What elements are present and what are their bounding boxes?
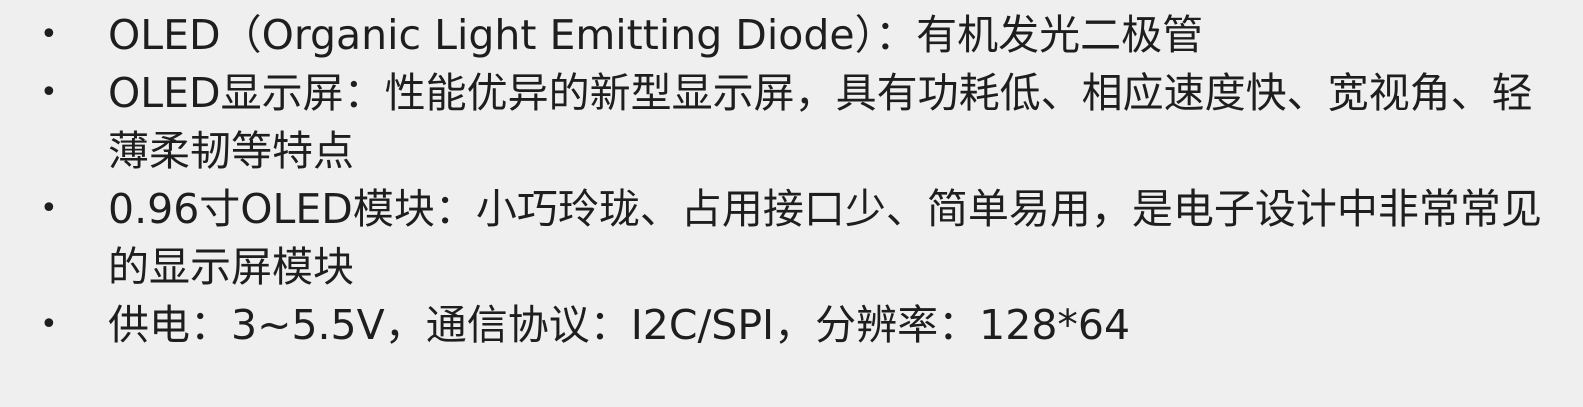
list-item: • OLED显示屏：性能优异的新型显示屏，具有功耗低、相应速度快、宽视角、轻薄柔… <box>40 64 1563 180</box>
list-item: • OLED（Organic Light Emitting Diode）：有机发… <box>40 6 1563 64</box>
bullet-text-oled-definition: OLED（Organic Light Emitting Diode）：有机发光二… <box>108 11 1204 59</box>
bullet-text-specs: 供电：3~5.5V，通信协议：I2C/SPI，分辨率：128*64 <box>108 301 1131 349</box>
list-item: • 0.96寸OLED模块：小巧玲珑、占用接口少、简单易用，是电子设计中非常常见… <box>40 180 1563 296</box>
bullet-dot-icon: • <box>40 17 58 52</box>
bullet-dot-icon: • <box>40 307 58 342</box>
bullet-list: • OLED（Organic Light Emitting Diode）：有机发… <box>40 6 1563 354</box>
bullet-text-oled-module: 0.96寸OLED模块：小巧玲珑、占用接口少、简单易用，是电子设计中非常常见的显… <box>108 185 1542 291</box>
bullet-dot-icon: • <box>40 191 58 226</box>
slide: • OLED（Organic Light Emitting Diode）：有机发… <box>0 0 1583 407</box>
list-item: • 供电：3~5.5V，通信协议：I2C/SPI，分辨率：128*64 <box>40 296 1563 354</box>
bullet-dot-icon: • <box>40 75 58 110</box>
bullet-text-oled-screen: OLED显示屏：性能优异的新型显示屏，具有功耗低、相应速度快、宽视角、轻薄柔韧等… <box>108 69 1533 175</box>
